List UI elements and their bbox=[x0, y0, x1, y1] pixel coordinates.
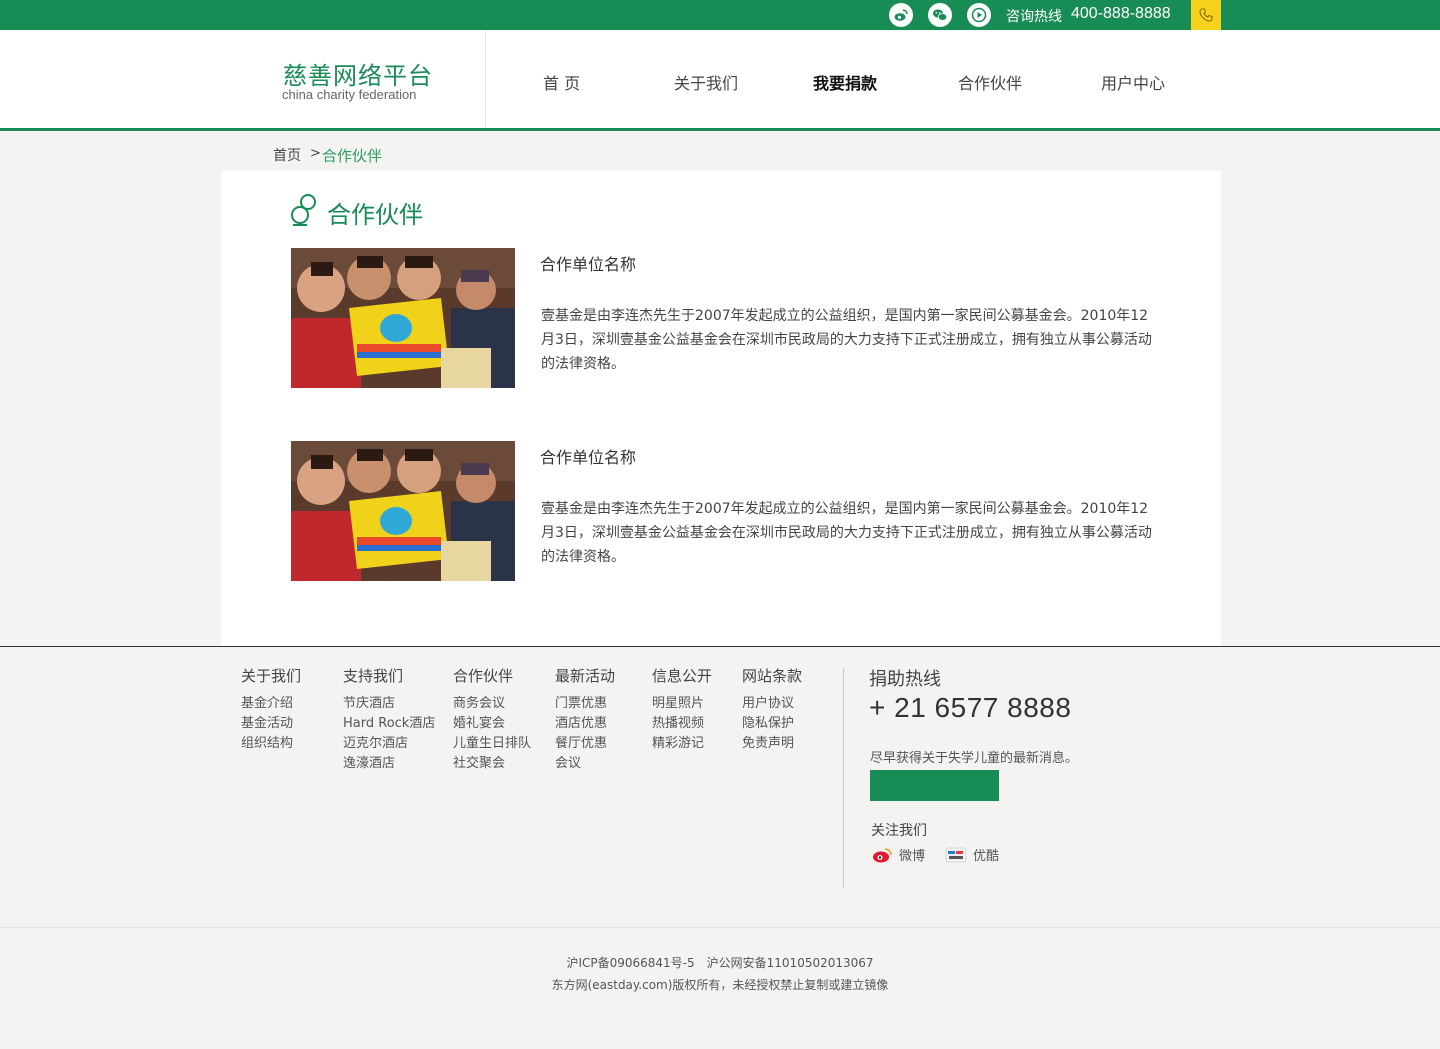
weibo-icon bbox=[871, 846, 893, 864]
newsletter-text: 尽早获得关于失学儿童的最新消息。 bbox=[870, 751, 1079, 766]
footer-link[interactable]: 迈克尔酒店 bbox=[343, 734, 435, 754]
footer-column-title: 最新活动 bbox=[555, 667, 616, 685]
nav-home[interactable]: 首 页 bbox=[543, 70, 580, 94]
partner-image[interactable] bbox=[291, 248, 515, 388]
logo-title[interactable]: 慈善网络平台 bbox=[283, 56, 433, 91]
footer-link[interactable]: 酒店优惠 bbox=[555, 714, 615, 734]
footer-column-about: 关于我们 基金介绍 基金活动 组织结构 bbox=[241, 665, 301, 754]
partner-image[interactable] bbox=[291, 441, 515, 581]
header-divider bbox=[485, 30, 486, 128]
footer-column-support: 支持我们 节庆酒店 Hard Rock酒店 迈克尔酒店 逸濠酒店 bbox=[343, 665, 435, 774]
breadcrumb-home[interactable]: 首页 bbox=[273, 145, 301, 165]
footer-link[interactable]: 基金活动 bbox=[241, 714, 301, 734]
footer-column-title: 合作伙伴 bbox=[453, 667, 514, 685]
partner-name[interactable]: 合作单位名称 bbox=[540, 251, 636, 275]
subscribe-button[interactable] bbox=[870, 770, 999, 801]
footer-vertical-divider bbox=[843, 668, 844, 888]
footer-link[interactable]: Hard Rock酒店 bbox=[343, 714, 435, 734]
footer-column-terms: 网站条款 用户协议 隐私保护 免责声明 bbox=[742, 665, 802, 754]
footer-link[interactable]: 组织结构 bbox=[241, 734, 301, 754]
partner-description: 壹基金是由李连杰先生于2007年发起成立的公益组织，是国内第一家民间公募基金会。… bbox=[541, 308, 1152, 372]
footer-link[interactable]: 婚礼宴会 bbox=[453, 714, 531, 734]
hotline-number: 400-888-8888 bbox=[1071, 5, 1171, 22]
phone-icon[interactable] bbox=[1191, 0, 1221, 30]
footer-divider bbox=[0, 646, 1440, 647]
footer-link[interactable]: 明星照片 bbox=[652, 694, 712, 714]
footer-column-events: 最新活动 门票优惠 酒店优惠 餐厅优惠 会议 bbox=[555, 665, 615, 774]
donate-hotline-title: 捐助热线 bbox=[869, 669, 941, 690]
footer-link[interactable]: 逸濠酒店 bbox=[343, 754, 435, 774]
youku-icon bbox=[945, 846, 967, 864]
footer-link[interactable]: 商务会议 bbox=[453, 694, 531, 714]
footer-link[interactable]: 节庆酒店 bbox=[343, 694, 435, 714]
partners-icon bbox=[291, 194, 316, 226]
footer-column-partners: 合作伙伴 商务会议 婚礼宴会 儿童生日排队 社交聚会 bbox=[453, 665, 531, 774]
copyright-text: 东方网(eastday.com)版权所有，未经授权禁止复制或建立镜像 bbox=[551, 978, 889, 992]
footer-link[interactable]: 社交聚会 bbox=[453, 754, 531, 774]
footer-column-title: 关于我们 bbox=[241, 667, 302, 685]
nav-user-center[interactable]: 用户中心 bbox=[1101, 70, 1165, 94]
nav-donate[interactable]: 我要捐款 bbox=[813, 70, 877, 94]
footer-link[interactable]: 门票优惠 bbox=[555, 694, 615, 714]
breadcrumb-separator: > bbox=[310, 146, 321, 161]
play-icon[interactable] bbox=[967, 3, 991, 27]
footer-column-title: 支持我们 bbox=[343, 667, 404, 685]
nav-about[interactable]: 关于我们 bbox=[674, 70, 738, 94]
footer-link[interactable]: 精彩游记 bbox=[652, 734, 712, 754]
footer-link[interactable]: 隐私保护 bbox=[742, 714, 802, 734]
partner-description: 壹基金是由李连杰先生于2007年发起成立的公益组织，是国内第一家民间公募基金会。… bbox=[541, 501, 1152, 565]
footer-link[interactable]: 会议 bbox=[555, 754, 615, 774]
wechat-icon[interactable] bbox=[928, 3, 952, 27]
footer-link[interactable]: 餐厅优惠 bbox=[555, 734, 615, 754]
breadcrumb-current: 合作伙伴 bbox=[322, 147, 383, 165]
footer-column-title: 网站条款 bbox=[742, 667, 803, 685]
footer-column-disclosure: 信息公开 明星照片 热播视频 精彩游记 bbox=[652, 665, 712, 754]
footer-youku-link[interactable]: 优酷 bbox=[945, 845, 999, 864]
icp-record: 沪ICP备09066841号-5 沪公网安备11010502013067 bbox=[566, 956, 874, 970]
logo-subtitle: china charity federation bbox=[282, 87, 417, 102]
partner-name[interactable]: 合作单位名称 bbox=[540, 444, 636, 468]
site-header: 慈善网络平台 china charity federation 首 页 关于我们… bbox=[0, 30, 1440, 131]
weibo-icon[interactable] bbox=[889, 3, 913, 27]
footer-weibo-link[interactable]: 微博 bbox=[871, 845, 925, 864]
copyright-divider bbox=[0, 927, 1440, 928]
footer-link[interactable]: 热播视频 bbox=[652, 714, 712, 734]
top-bar: 咨询热线 400-888-8888 bbox=[0, 0, 1440, 30]
nav-partners[interactable]: 合作伙伴 bbox=[958, 70, 1022, 94]
footer-link[interactable]: 用户协议 bbox=[742, 694, 802, 714]
donate-hotline-number: + 21 6577 8888 bbox=[869, 692, 1072, 723]
section-title: 合作伙伴 bbox=[327, 201, 423, 229]
follow-us-title: 关注我们 bbox=[871, 823, 927, 839]
hotline-label: 咨询热线 bbox=[1006, 9, 1062, 25]
weibo-label: 微博 bbox=[899, 849, 926, 864]
footer-column-title: 信息公开 bbox=[652, 667, 713, 685]
footer-link[interactable]: 儿童生日排队 bbox=[453, 734, 531, 754]
footer-link[interactable]: 基金介绍 bbox=[241, 694, 301, 714]
youku-label: 优酷 bbox=[973, 849, 1000, 864]
footer-link[interactable]: 免责声明 bbox=[742, 734, 802, 754]
